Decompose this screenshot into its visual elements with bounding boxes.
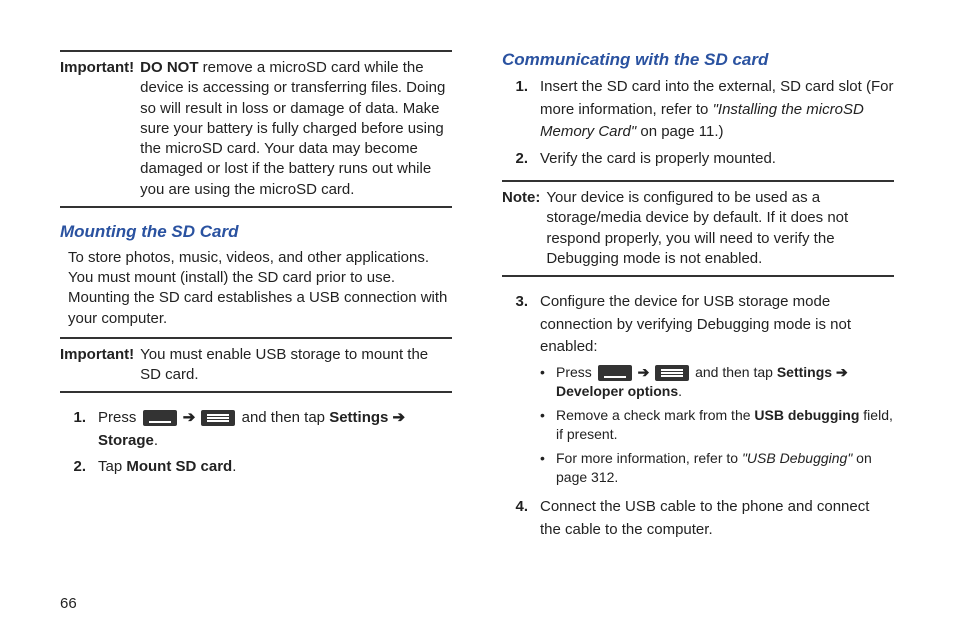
bullet-content: For more information, refer to "USB Debu… bbox=[556, 449, 894, 488]
note-body: Your device is configured to be used as … bbox=[546, 188, 894, 269]
reference-italic: "USB Debugging" bbox=[742, 450, 852, 466]
important1-body: remove a microSD card while the device i… bbox=[140, 59, 445, 198]
important-label-2: Important! bbox=[60, 345, 134, 386]
text: . bbox=[232, 458, 236, 475]
step-content: Connect the USB cable to the phone and c… bbox=[540, 496, 894, 541]
settings-label: Settings bbox=[329, 409, 392, 426]
step-number: 2. bbox=[68, 456, 86, 479]
text: . bbox=[154, 432, 158, 449]
step-number: 2. bbox=[510, 148, 528, 171]
arrow-icon: ➔ bbox=[638, 364, 650, 380]
communicating-steps-1: 1. Insert the SD card into the external,… bbox=[502, 76, 894, 170]
text: and then tap bbox=[242, 409, 330, 426]
text: For more information, refer to bbox=[556, 450, 742, 466]
right-column: Communicating with the SD card 1. Insert… bbox=[502, 50, 894, 580]
list-item: • Remove a check mark from the USB debug… bbox=[540, 406, 894, 445]
step-number: 1. bbox=[510, 76, 528, 144]
text: and then tap bbox=[695, 364, 777, 380]
arrow-icon: ➔ bbox=[183, 409, 196, 426]
bullet-icon: • bbox=[540, 363, 550, 402]
note-block: Note: Your device is configured to be us… bbox=[502, 180, 894, 277]
list-item: 1. Press ➔ and then tap Settings ➔ Stora… bbox=[68, 407, 452, 452]
list-item: 4. Connect the USB cable to the phone an… bbox=[510, 496, 894, 541]
step-number: 4. bbox=[510, 496, 528, 541]
mounting-paragraph: To store photos, music, videos, and othe… bbox=[60, 248, 452, 329]
home-button-icon bbox=[143, 410, 177, 426]
menu-button-icon bbox=[201, 410, 235, 426]
text: on page 11.) bbox=[636, 123, 723, 140]
text: Tap bbox=[98, 458, 126, 475]
important-text: DO NOT remove a microSD card while the d… bbox=[140, 58, 452, 200]
bullet-icon: • bbox=[540, 406, 550, 445]
bullet-content: Press ➔ and then tap Settings ➔ Develope… bbox=[556, 363, 894, 402]
arrow-icon: ➔ bbox=[836, 364, 848, 380]
step-content: Press ➔ and then tap Settings ➔ Storage. bbox=[98, 407, 452, 452]
text: Remove a check mark from the bbox=[556, 407, 754, 423]
usb-debugging-label: USB debugging bbox=[754, 407, 859, 423]
list-item: 2. Tap Mount SD card. bbox=[68, 456, 452, 479]
step-content: Configure the device for USB storage mod… bbox=[540, 291, 894, 492]
page-columns: Important! DO NOT remove a microSD card … bbox=[60, 50, 894, 580]
text: . bbox=[678, 383, 682, 399]
list-item: • For more information, refer to "USB De… bbox=[540, 449, 894, 488]
do-not: DO NOT bbox=[140, 59, 198, 76]
left-column: Important! DO NOT remove a microSD card … bbox=[60, 50, 452, 580]
storage-label: Storage bbox=[98, 432, 154, 449]
heading-communicating: Communicating with the SD card bbox=[502, 50, 894, 70]
step-number: 3. bbox=[510, 291, 528, 492]
important-block-1: Important! DO NOT remove a microSD card … bbox=[60, 50, 452, 208]
important2-body: You must enable USB storage to mount the… bbox=[140, 345, 452, 386]
page-number: 66 bbox=[60, 595, 77, 612]
bullet-content: Remove a check mark from the USB debuggi… bbox=[556, 406, 894, 445]
communicating-steps-2: 3. Configure the device for USB storage … bbox=[502, 291, 894, 541]
text: Press bbox=[98, 409, 141, 426]
sub-bullets: • Press ➔ and then tap Settings ➔ Develo… bbox=[540, 363, 894, 489]
arrow-icon: ➔ bbox=[393, 409, 406, 426]
text: Press bbox=[556, 364, 596, 380]
bullet-icon: • bbox=[540, 449, 550, 488]
step-content: Verify the card is properly mounted. bbox=[540, 148, 894, 171]
heading-mounting: Mounting the SD Card bbox=[60, 222, 452, 242]
step-content: Tap Mount SD card. bbox=[98, 456, 452, 479]
note-label: Note: bbox=[502, 188, 540, 269]
list-item: • Press ➔ and then tap Settings ➔ Develo… bbox=[540, 363, 894, 402]
list-item: 1. Insert the SD card into the external,… bbox=[510, 76, 894, 144]
mounting-steps: 1. Press ➔ and then tap Settings ➔ Stora… bbox=[60, 407, 452, 479]
home-button-icon bbox=[598, 365, 632, 381]
settings-label: Settings bbox=[777, 364, 836, 380]
important-block-2: Important! You must enable USB storage t… bbox=[60, 337, 452, 394]
step-number: 1. bbox=[68, 407, 86, 452]
list-item: 2. Verify the card is properly mounted. bbox=[510, 148, 894, 171]
mount-sd-label: Mount SD card bbox=[126, 458, 232, 475]
menu-button-icon bbox=[655, 365, 689, 381]
important-label: Important! bbox=[60, 58, 134, 200]
step-content: Insert the SD card into the external, SD… bbox=[540, 76, 894, 144]
text: Configure the device for USB storage mod… bbox=[540, 293, 851, 355]
developer-options-label: Developer options bbox=[556, 383, 678, 399]
list-item: 3. Configure the device for USB storage … bbox=[510, 291, 894, 492]
